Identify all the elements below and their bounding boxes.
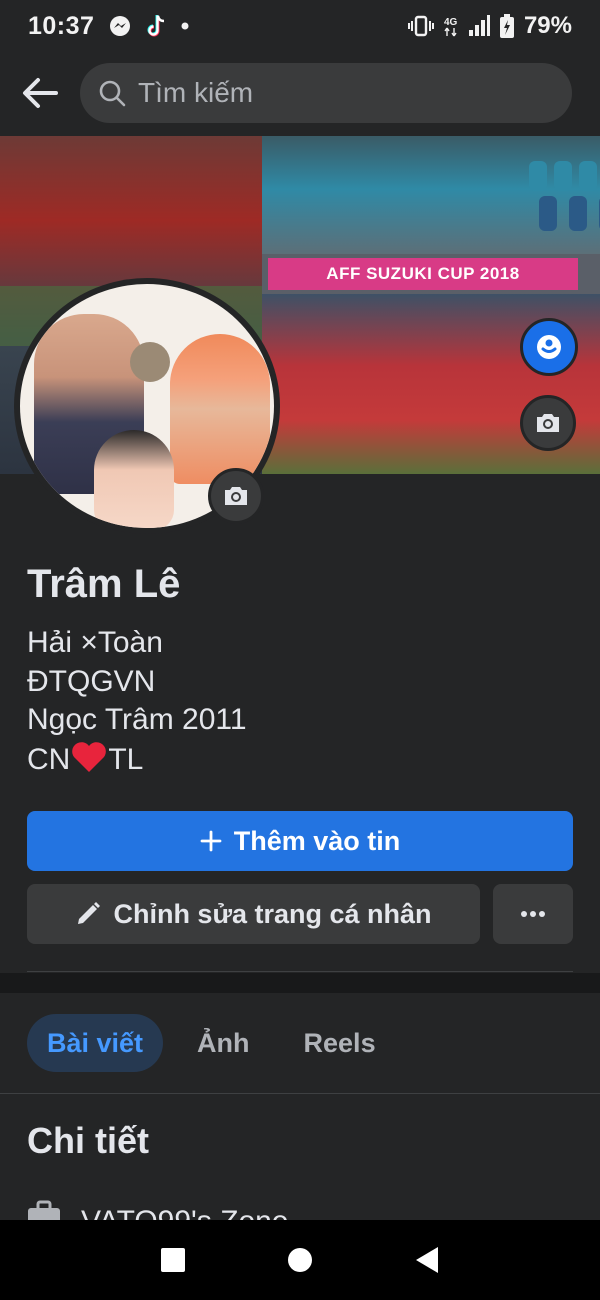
profile-bio: Hải ×Toàn ĐTQGVN Ngọc Trâm 2011 CN TL — [27, 624, 247, 779]
detail-work-text: VATO99's Zone — [81, 1204, 289, 1220]
svg-text:4G: 4G — [444, 17, 458, 28]
bio-line: Ngọc Trâm 2011 — [27, 703, 247, 736]
briefcase-icon — [28, 1200, 60, 1220]
details-title: Chi tiết — [27, 1120, 149, 1161]
detail-work-row[interactable]: VATO99's Zone — [27, 1200, 587, 1220]
battery-percentage: 79% — [523, 12, 572, 39]
cover-banner-text: AFF SUZUKI CUP 2018 — [268, 258, 578, 290]
messenger-icon — [110, 16, 131, 36]
notification-icons — [108, 13, 190, 39]
tab-reels[interactable]: Reels — [284, 1014, 396, 1072]
add-to-story-label: Thêm vào tin — [233, 825, 401, 856]
back-button[interactable] — [0, 52, 80, 134]
story-button[interactable] — [520, 318, 578, 376]
home-button[interactable] — [287, 1247, 313, 1273]
avatar-person-2 — [170, 334, 270, 484]
profile-name: Trâm Lê — [27, 562, 181, 606]
search-icon — [99, 80, 126, 107]
cover-photo-top-right — [262, 136, 600, 254]
battery-icon — [499, 14, 514, 38]
edit-profile-button[interactable]: Chỉnh sửa trang cá nhân — [27, 884, 480, 944]
cover-players-top — [529, 161, 600, 231]
bio-line: Hải ×Toàn — [27, 626, 163, 659]
status-right: 4G 79% — [407, 12, 572, 40]
more-icon — [521, 911, 545, 917]
avatar-cat-sticker — [130, 342, 170, 382]
tab-posts[interactable]: Bài viết — [27, 1014, 164, 1072]
search-row: Tìm kiếm — [0, 52, 600, 134]
status-bar: 10:37 4G 79% — [0, 0, 600, 52]
recent-apps-button[interactable] — [160, 1247, 186, 1273]
bio-text: CN — [27, 742, 71, 776]
section-separator — [0, 973, 600, 993]
camera-icon — [537, 414, 559, 432]
tiktok-icon — [147, 15, 165, 37]
4g-icon: 4G — [444, 17, 458, 37]
add-to-story-button[interactable]: Thêm vào tin — [27, 811, 573, 871]
divider — [0, 1093, 600, 1094]
tab-photos[interactable]: Ảnh — [177, 1014, 269, 1072]
dot-icon — [181, 22, 189, 30]
cover-camera-button[interactable] — [520, 395, 576, 451]
profile-tabs: Bài viết Ảnh Reels — [0, 993, 600, 1093]
avatar-camera-button[interactable] — [208, 468, 264, 524]
camera-icon — [225, 487, 247, 505]
story-icon — [537, 335, 561, 359]
bio-line: ĐTQGVN — [27, 664, 156, 698]
bio-text: TL — [108, 742, 144, 776]
avatar-person-3 — [94, 430, 174, 528]
divider — [27, 971, 573, 972]
arrow-left-icon — [23, 78, 58, 108]
bio-line: CN TL — [27, 740, 247, 780]
plus-icon — [200, 830, 222, 852]
search-placeholder: Tìm kiếm — [138, 77, 254, 108]
vibrate-icon — [407, 15, 434, 37]
signal-icon — [468, 15, 490, 36]
more-options-button[interactable] — [493, 884, 573, 944]
back-nav-button[interactable] — [414, 1246, 440, 1274]
system-navigation-bar — [0, 1220, 600, 1300]
pencil-icon — [78, 902, 101, 924]
status-time: 10:37 — [28, 11, 95, 40]
edit-profile-label: Chỉnh sửa trang cá nhân — [113, 898, 432, 929]
heart-icon — [72, 741, 107, 772]
search-input[interactable]: Tìm kiếm — [80, 63, 572, 123]
